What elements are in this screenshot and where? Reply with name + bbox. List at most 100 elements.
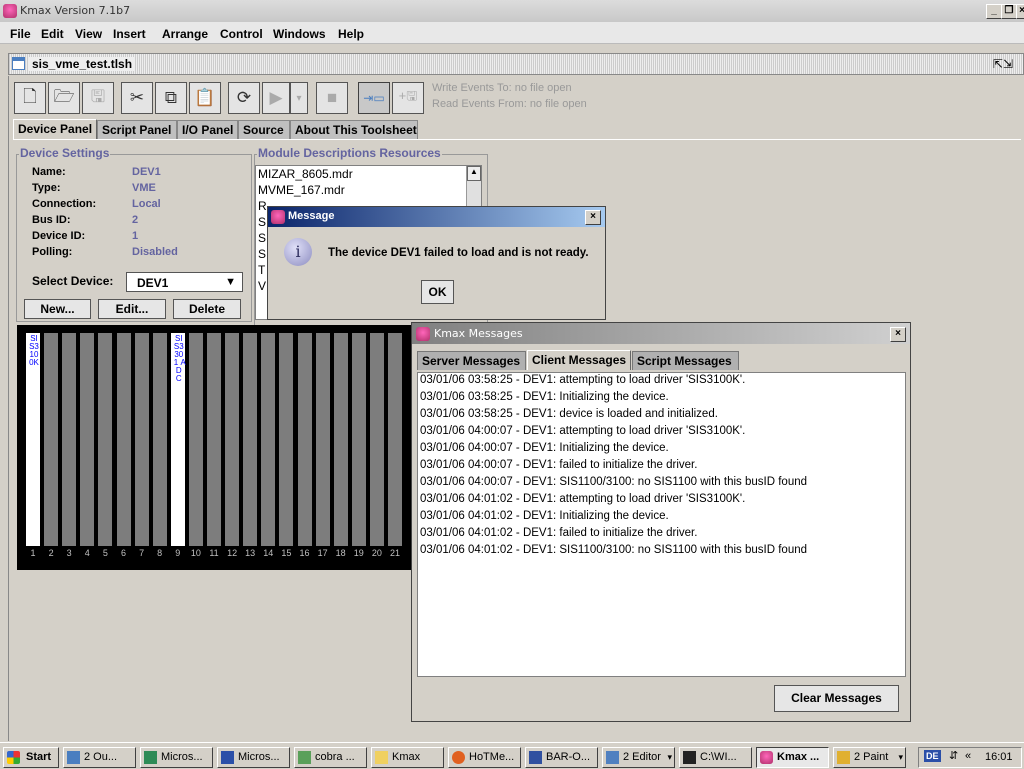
tab-client-messages[interactable]: Client Messages bbox=[527, 350, 631, 370]
empty-slot[interactable] bbox=[225, 333, 240, 546]
empty-slot[interactable] bbox=[369, 333, 384, 546]
tab-io-panel[interactable]: I/O Panel bbox=[177, 120, 238, 139]
maximize-frame-icon[interactable]: ⇱⇲ bbox=[993, 57, 1013, 71]
run-button[interactable]: ▶ bbox=[262, 82, 290, 114]
list-item[interactable]: R bbox=[258, 199, 267, 213]
scroll-up-icon[interactable]: ▲ bbox=[467, 166, 481, 181]
module-slot-occupied[interactable]: SIS3100K bbox=[26, 333, 40, 546]
menu-arrange[interactable]: Arrange bbox=[162, 27, 208, 41]
close-icon[interactable]: × bbox=[585, 210, 601, 225]
menu-view[interactable]: View bbox=[75, 27, 102, 41]
task-editor[interactable]: 2 Editor ▾ bbox=[602, 747, 675, 768]
module-label: SIS3301 ADC bbox=[173, 334, 186, 383]
list-item[interactable]: S bbox=[258, 215, 266, 229]
name-value: DEV1 bbox=[132, 166, 161, 178]
menu-help[interactable]: Help bbox=[338, 27, 364, 41]
list-item[interactable]: MVME_167.mdr bbox=[258, 183, 345, 197]
empty-slot[interactable] bbox=[44, 333, 59, 546]
task-outlook[interactable]: 2 Ou... bbox=[63, 747, 136, 768]
ok-button[interactable]: OK bbox=[421, 280, 454, 304]
tab-device-panel[interactable]: Device Panel bbox=[13, 119, 97, 140]
language-indicator[interactable]: DE bbox=[924, 750, 941, 762]
new-document-button[interactable]: 🗋 bbox=[14, 82, 46, 114]
tab-script-messages[interactable]: Script Messages bbox=[632, 351, 739, 370]
clock: 16:01 bbox=[985, 751, 1013, 763]
paste-button[interactable]: 📋 bbox=[189, 82, 221, 114]
task-kmax-active[interactable]: Kmax ... bbox=[756, 747, 829, 768]
module-slot-occupied[interactable]: SIS3301 ADC bbox=[170, 333, 186, 546]
empty-slot[interactable] bbox=[333, 333, 348, 546]
copy-button[interactable]: ⧉ bbox=[155, 82, 187, 114]
delete-device-button[interactable]: Delete bbox=[173, 299, 241, 319]
tab-about[interactable]: About This Toolsheet bbox=[290, 120, 418, 139]
slot-number: 21 bbox=[389, 548, 400, 558]
empty-slot[interactable] bbox=[261, 333, 276, 546]
empty-slot[interactable] bbox=[98, 333, 113, 546]
task-paint[interactable]: 2 Paint ▾ bbox=[833, 747, 906, 768]
menu-file[interactable]: File bbox=[10, 27, 31, 41]
empty-slot[interactable] bbox=[134, 333, 149, 546]
menu-control[interactable]: Control bbox=[220, 27, 263, 41]
network-icon[interactable]: ⇵ bbox=[949, 749, 958, 762]
empty-slot[interactable] bbox=[207, 333, 221, 546]
open-button[interactable]: 🗁 bbox=[48, 82, 80, 114]
kmax-messages-title-bar[interactable]: Kmax Messages × bbox=[412, 323, 910, 344]
device-select[interactable]: DEV1 ▼ bbox=[126, 272, 243, 292]
empty-slot[interactable] bbox=[188, 333, 203, 546]
save-button[interactable]: 🖫 bbox=[82, 82, 114, 114]
minimize-button[interactable]: _ bbox=[986, 4, 1002, 19]
toggle-view-button[interactable]: ⇥▭ bbox=[358, 82, 390, 114]
empty-slot[interactable] bbox=[315, 333, 330, 546]
menu-edit[interactable]: Edit bbox=[41, 27, 64, 41]
list-item[interactable]: V bbox=[258, 279, 266, 293]
expand-tray-icon[interactable]: « bbox=[965, 750, 971, 762]
empty-slot[interactable] bbox=[116, 333, 131, 546]
slot-number: 4 bbox=[84, 548, 90, 558]
write-events-button[interactable]: +🖫 bbox=[392, 82, 424, 114]
empty-slot[interactable] bbox=[279, 333, 294, 546]
close-icon[interactable]: × bbox=[890, 327, 906, 342]
task-cobra[interactable]: cobra ... bbox=[294, 747, 367, 768]
stop-button[interactable]: ■ bbox=[316, 82, 348, 114]
empty-slot[interactable] bbox=[62, 333, 77, 546]
list-item[interactable]: MIZAR_8605.mdr bbox=[258, 167, 353, 181]
empty-slot[interactable] bbox=[388, 333, 402, 546]
empty-slot[interactable] bbox=[243, 333, 258, 546]
task-hotmail[interactable]: HoTMe... bbox=[448, 747, 521, 768]
tab-server-messages[interactable]: Server Messages bbox=[417, 351, 526, 370]
message-dialog-title-bar[interactable]: Message × bbox=[268, 207, 605, 227]
task-cmd[interactable]: C:\WI... bbox=[679, 747, 752, 768]
list-item[interactable]: S bbox=[258, 247, 266, 261]
run-dropdown-button[interactable]: ▾ bbox=[290, 82, 308, 114]
menu-windows[interactable]: Windows bbox=[273, 27, 326, 41]
refresh-button[interactable]: ⟳ bbox=[228, 82, 260, 114]
log-line: 03/01/06 03:58:25 - DEV1: attempting to … bbox=[420, 374, 746, 386]
name-label: Name: bbox=[32, 166, 66, 178]
close-button[interactable]: × bbox=[1016, 4, 1024, 19]
task-bar-o[interactable]: BAR-O... bbox=[525, 747, 598, 768]
slot-number: 9 bbox=[175, 548, 181, 558]
restore-button[interactable]: ❐ bbox=[1001, 4, 1017, 19]
message-log[interactable]: 03/01/06 03:58:25 - DEV1: attempting to … bbox=[417, 372, 906, 677]
document-title-bar[interactable]: sis_vme_test.tlsh ⇱⇲ bbox=[8, 53, 1024, 75]
empty-slot[interactable] bbox=[297, 333, 312, 546]
list-item[interactable]: S bbox=[258, 231, 266, 245]
tab-source[interactable]: Source bbox=[238, 120, 290, 139]
system-tray: DE ⇵ « 16:01 bbox=[918, 747, 1022, 768]
task-word[interactable]: Micros... bbox=[217, 747, 290, 768]
chevron-down-icon: ▾ bbox=[296, 92, 302, 104]
tab-script-panel[interactable]: Script Panel bbox=[97, 120, 177, 139]
app-title-bar[interactable]: Kmax Version 7.1b7 _ ❐ × bbox=[0, 0, 1024, 22]
menu-insert[interactable]: Insert bbox=[113, 27, 146, 41]
empty-slot[interactable] bbox=[80, 333, 95, 546]
start-button[interactable]: Start bbox=[3, 747, 59, 768]
task-excel[interactable]: Micros... bbox=[140, 747, 213, 768]
list-item[interactable]: T bbox=[258, 263, 265, 277]
task-kmax-folder[interactable]: Kmax bbox=[371, 747, 444, 768]
empty-slot[interactable] bbox=[152, 333, 167, 546]
cut-button[interactable]: ✂ bbox=[121, 82, 153, 114]
clear-messages-button[interactable]: Clear Messages bbox=[774, 685, 899, 712]
edit-device-button[interactable]: Edit... bbox=[98, 299, 166, 319]
empty-slot[interactable] bbox=[351, 333, 366, 546]
new-device-button[interactable]: New... bbox=[24, 299, 91, 319]
